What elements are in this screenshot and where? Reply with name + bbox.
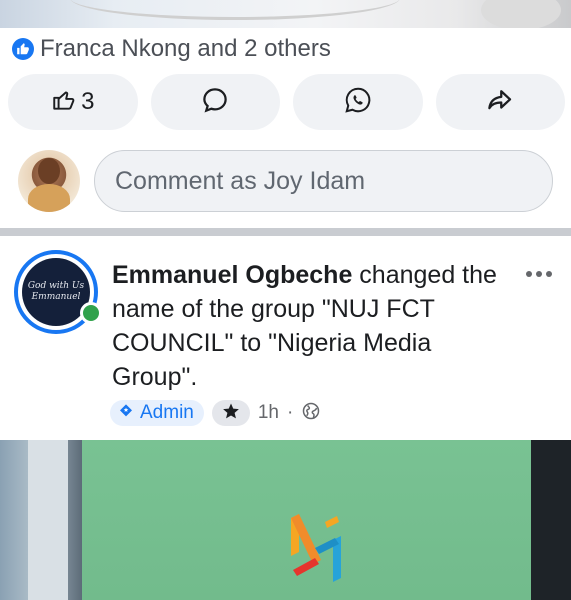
whatsapp-share-button[interactable] xyxy=(293,74,423,130)
post-actions: 3 xyxy=(8,74,565,130)
comment-button[interactable] xyxy=(150,74,280,130)
avatar[interactable] xyxy=(18,150,80,212)
reactions-text: Franca Nkong and 2 others xyxy=(40,35,331,62)
like-icon xyxy=(51,87,77,118)
admin-badge[interactable]: Admin xyxy=(110,400,204,426)
logo-mark xyxy=(291,514,341,582)
comment-placeholder: Comment as Joy Idam xyxy=(115,166,366,195)
share-icon xyxy=(485,85,515,120)
more-dot xyxy=(536,271,542,277)
whatsapp-icon xyxy=(343,85,373,120)
comment-icon xyxy=(200,85,230,120)
avatar-body xyxy=(28,184,70,212)
post-time[interactable]: 1h xyxy=(258,402,279,424)
reactions-summary[interactable]: Franca Nkong and 2 others xyxy=(12,34,331,64)
image-decoration xyxy=(70,0,400,20)
share-button[interactable] xyxy=(435,74,565,130)
comment-input[interactable]: Comment as Joy Idam xyxy=(94,150,553,212)
online-status-indicator xyxy=(80,302,102,324)
meta-separator: · xyxy=(287,402,294,423)
star-badge[interactable] xyxy=(211,400,250,426)
comment-row: Comment as Joy Idam xyxy=(18,150,553,212)
like-count: 3 xyxy=(81,88,95,115)
image-decoration xyxy=(481,0,561,28)
previous-post-image[interactable] xyxy=(0,0,571,28)
image-frame-highlight xyxy=(28,440,68,600)
more-dot xyxy=(526,271,532,277)
star-icon xyxy=(222,402,240,425)
like-button[interactable]: 3 xyxy=(8,74,138,130)
image-frame-right xyxy=(531,440,571,600)
admin-shield-icon xyxy=(118,402,134,424)
globe-icon[interactable] xyxy=(301,401,321,426)
avatar-head xyxy=(38,158,60,184)
post-author-name[interactable]: Emmanuel Ogbeche xyxy=(112,261,352,289)
post-separator xyxy=(0,228,571,236)
like-icon xyxy=(12,38,34,60)
more-options-button[interactable] xyxy=(520,262,558,286)
admin-badge-label: Admin xyxy=(140,402,194,423)
post-text: Emmanuel Ogbeche changed the name of the… xyxy=(112,258,512,394)
post-meta: Admin 1h · xyxy=(110,398,321,428)
post-image[interactable] xyxy=(0,440,571,600)
more-dot xyxy=(546,271,552,277)
